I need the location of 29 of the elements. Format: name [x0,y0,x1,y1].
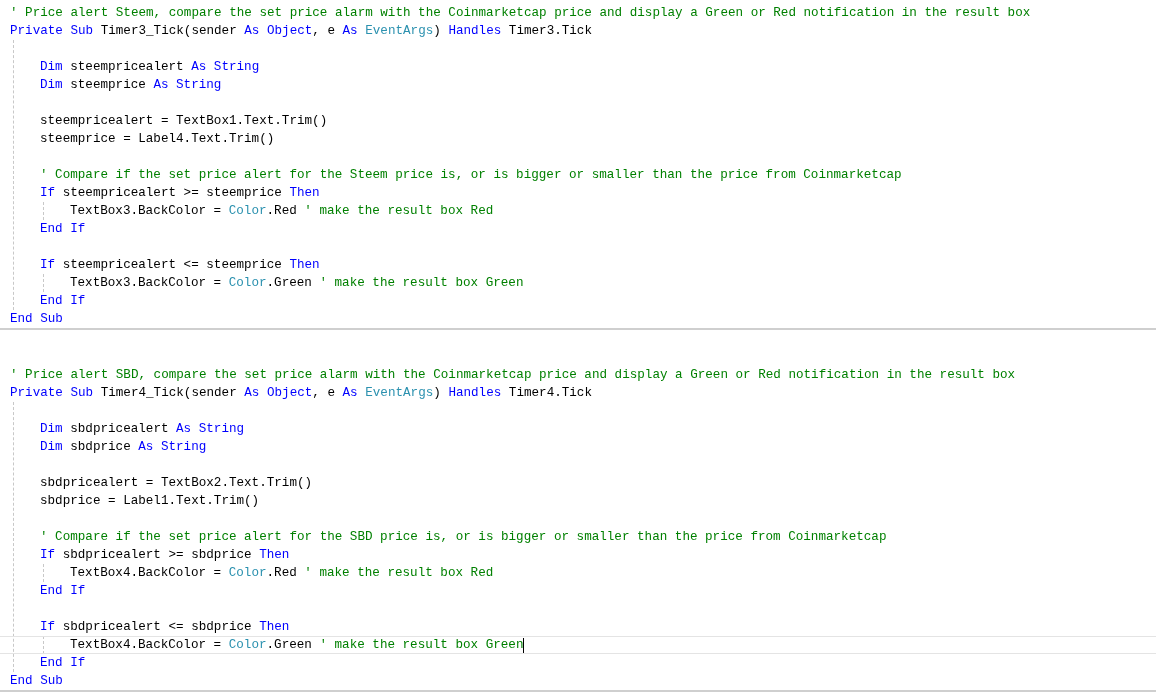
code-line: ' Compare if the set price alert for the SBD price is, or is bigger or smaller than the price from Coinmarketcap [40,529,887,546]
code-line: TextBox3.BackColor = Color.Red ' make the result box Red [70,203,494,220]
code-line: Dim sbdprice As String [40,439,207,456]
code-line: sbdprice = Label1.Text.Trim() [40,493,260,510]
code-line: End If [40,655,86,672]
code-line: ' Price alert SBD, compare the set price alarm with the Coinmarketcap price and display a Green or Red notification in the result box [10,367,1016,384]
code-line: End Sub [10,311,63,328]
code-line: If steempricealert <= steemprice Then [40,257,320,274]
code-line: If sbdpricealert <= sbdprice Then [40,619,290,636]
code-line: If steempricealert >= steemprice Then [40,185,320,202]
text-caret [523,637,525,653]
code-line: Private Sub Timer4_Tick(sender As Object, e As EventArgs) Handles Timer4.Tick [10,385,592,402]
code-line: TextBox3.BackColor = Color.Green ' make the result box Green [70,275,524,292]
code-line: Dim sbdpricealert As String [40,421,245,438]
code-line: End If [40,221,86,238]
code-line: TextBox4.BackColor = Color.Green ' make the result box Green [70,637,524,654]
code-line: ' Price alert Steem, compare the set price alarm with the Coinmarketcap price and display a Green or Red notification in the result box [10,5,1031,22]
code-line: TextBox4.BackColor = Color.Red ' make the result box Red [70,565,494,582]
code-line: sbdpricealert = TextBox2.Text.Trim() [40,475,313,492]
code-line: End If [40,293,86,310]
code-line: End Sub [10,673,63,690]
code-line: ' Compare if the set price alert for the Steem price is, or is bigger or smaller than the price from Coinmarketcap [40,167,902,184]
code-line: Private Sub Timer3_Tick(sender As Object, e As EventArgs) Handles Timer3.Tick [10,23,592,40]
code-line: End If [40,583,86,600]
code-line: steemprice = Label4.Text.Trim() [40,131,275,148]
code-line: Dim steemprice As String [40,77,222,94]
code-line: If sbdpricealert >= sbdprice Then [40,547,290,564]
code-line: Dim steempricealert As String [40,59,260,76]
code-line: steempricealert = TextBox1.Text.Trim() [40,113,328,130]
